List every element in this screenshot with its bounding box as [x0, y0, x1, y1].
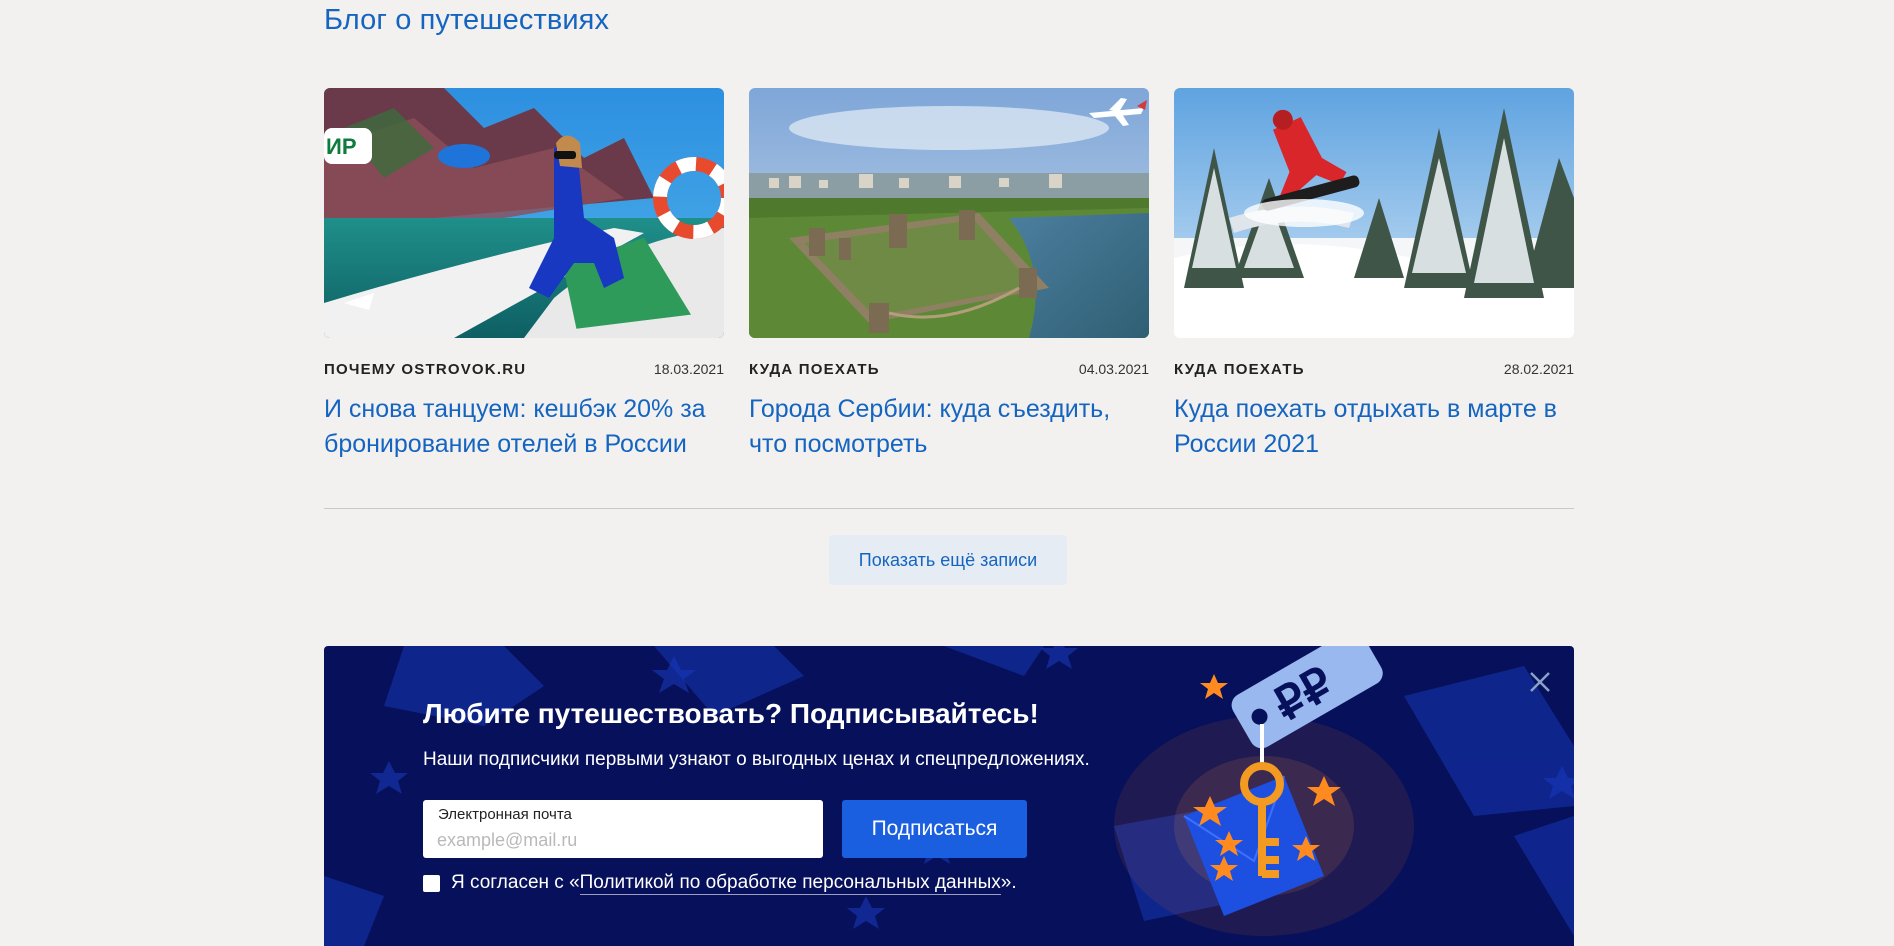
card-image-serbia[interactable] — [749, 88, 1149, 338]
email-field[interactable]: Электронная почта — [423, 800, 823, 858]
blog-card[interactable]: КУДА ПОЕХАТЬ 28.02.2021 Куда поехать отд… — [1174, 88, 1574, 462]
card-meta: КУДА ПОЕХАТЬ 04.03.2021 — [749, 360, 1149, 378]
section-divider — [324, 508, 1574, 509]
privacy-policy-link[interactable]: Политикой по обработке персональных данн… — [579, 872, 1001, 895]
card-title[interactable]: Куда поехать отдыхать в марте в России 2… — [1174, 392, 1574, 462]
card-date: 18.03.2021 — [653, 361, 724, 377]
email-field-label: Электронная почта — [438, 806, 572, 823]
card-image-cashback[interactable]: ИР — [324, 88, 724, 338]
blog-card[interactable]: ИР ПОЧЕМУ OSTROVOK.RU 18.03.2021 И снова… — [324, 88, 724, 462]
blog-section-title: Блог о путешествиях — [324, 4, 610, 36]
consent-prefix: Я согласен с « — [451, 872, 580, 893]
mir-logo-text: ИР — [326, 134, 357, 159]
card-category[interactable]: КУДА ПОЕХАТЬ — [749, 361, 880, 378]
card-date: 04.03.2021 — [1078, 361, 1149, 377]
card-category[interactable]: ПОЧЕМУ OSTROVOK.RU — [324, 361, 526, 378]
card-category[interactable]: КУДА ПОЕХАТЬ — [1174, 361, 1305, 378]
card-title[interactable]: И снова танцуем: кешбэк 20% за бронирова… — [324, 392, 724, 462]
subscribe-illustration: ₽₽ — [324, 646, 1574, 946]
card-meta: ПОЧЕМУ OSTROVOK.RU 18.03.2021 — [324, 360, 724, 378]
subscribe-button[interactable]: Подписаться — [842, 800, 1027, 858]
consent-row: Я согласен с « Политикой по обработке пе… — [423, 872, 1017, 895]
show-more-button[interactable]: Показать ещё записи — [829, 535, 1067, 585]
subscribe-banner: ₽₽ Любите путешествовать? Подписывайтесь… — [324, 646, 1574, 946]
blog-card[interactable]: КУДА ПОЕХАТЬ 04.03.2021 Города Сербии: к… — [749, 88, 1149, 462]
consent-suffix: ». — [1000, 872, 1017, 893]
card-image-snowboard[interactable] — [1174, 88, 1574, 338]
blog-cards: ИР ПОЧЕМУ OSTROVOK.RU 18.03.2021 И снова… — [324, 88, 1574, 468]
email-input[interactable] — [437, 828, 807, 852]
card-meta: КУДА ПОЕХАТЬ 28.02.2021 — [1174, 360, 1574, 378]
subscribe-description: Наши подписчики первыми узнают о выгодны… — [423, 749, 1090, 770]
card-title[interactable]: Города Сербии: куда съездить, что посмот… — [749, 392, 1149, 462]
card-date: 28.02.2021 — [1503, 361, 1574, 377]
subscribe-title: Любите путешествовать? Подписывайтесь! — [423, 698, 1039, 729]
close-icon[interactable] — [1526, 668, 1554, 696]
checkbox-icon[interactable] — [423, 874, 440, 892]
